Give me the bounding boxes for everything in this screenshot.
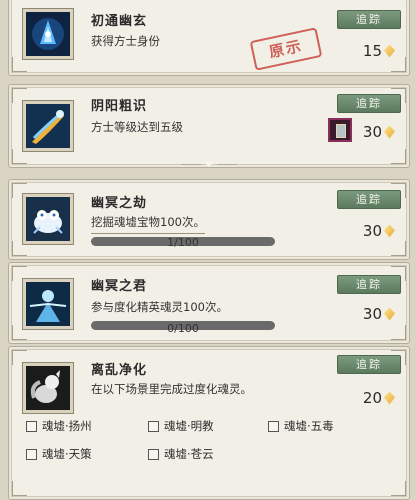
scroll-box-icon [328, 118, 352, 142]
quest-title: 初通幽玄 [91, 14, 148, 29]
quest-title: 阴阳粗识 [91, 99, 148, 114]
quest-card: 阴阳粗识 方士等级达到五级 追踪 30 [8, 84, 410, 168]
scene-label: 魂墟·天策 [42, 447, 92, 461]
track-button[interactable]: 追踪 [337, 190, 401, 209]
achievement-list: 初通幽玄 获得方士身份 追踪 原示 15 阴阳粗识 方士等级达到五级 追踪 30 [0, 0, 416, 500]
checkbox[interactable] [26, 448, 37, 460]
white-beast-icon [22, 193, 74, 245]
track-button[interactable]: 追踪 [337, 355, 401, 374]
reward-amount: 30 [363, 123, 395, 141]
track-button[interactable]: 追踪 [337, 10, 401, 29]
checkbox[interactable] [148, 420, 159, 432]
reward-value: 20 [362, 389, 382, 407]
completed-stamp: 原示 [249, 27, 323, 71]
reward-value: 30 [362, 222, 382, 240]
reward-amount: 30 [363, 222, 395, 240]
scene-label: 魂墟·扬州 [42, 419, 92, 433]
gem-icon [384, 391, 395, 405]
reward-value: 30 [362, 123, 382, 141]
quest-description: 获得方士身份 [91, 34, 160, 48]
scene-checkbox-item[interactable]: 魂墟·苍云 [148, 446, 214, 462]
quest-title: 幽冥之劫 [91, 196, 148, 211]
gem-icon [384, 224, 395, 238]
quest-description: 参与度化精英魂灵100次。 [91, 300, 228, 314]
quest-card: 初通幽玄 获得方士身份 追踪 原示 15 [8, 0, 410, 76]
quest-title: 离乱净化 [91, 363, 148, 378]
gem-icon [384, 307, 395, 321]
scene-checkbox-item[interactable]: 魂墟·五毒 [268, 418, 334, 434]
checkbox[interactable] [26, 420, 37, 432]
blue-crystal-icon [22, 8, 74, 60]
quest-title: 幽冥之君 [91, 279, 148, 294]
progress-text: 1/100 [167, 236, 199, 249]
reward-amount: 30 [363, 305, 395, 323]
checkbox[interactable] [148, 448, 159, 460]
gem-icon [384, 44, 395, 58]
white-fox-icon [22, 362, 74, 414]
spirit-master-icon [22, 278, 74, 330]
quest-card: 幽冥之劫 挖掘魂墟宝物100次。 追踪 1/100 30 [8, 179, 410, 260]
blue-comet-icon [22, 100, 74, 152]
quest-description: 在以下场景里完成过度化魂灵。 [91, 382, 252, 396]
scene-label: 魂墟·五毒 [284, 419, 334, 433]
gem-icon [384, 125, 395, 139]
track-button[interactable]: 追踪 [337, 94, 401, 113]
scene-label: 魂墟·苍云 [164, 447, 214, 461]
reward-amount: 20 [363, 389, 395, 407]
scene-checkbox-item[interactable]: 魂墟·扬州 [26, 418, 92, 434]
expand-arrow[interactable] [179, 160, 239, 168]
scene-checkbox-item[interactable]: 魂墟·天策 [26, 446, 92, 462]
reward-value: 15 [362, 42, 382, 60]
checkbox[interactable] [268, 420, 279, 432]
reward-value: 30 [362, 305, 382, 323]
reward-amount: 15 [363, 42, 395, 60]
quest-card: 幽冥之君 参与度化精英魂灵100次。 追踪 0/100 30 [8, 262, 410, 344]
track-button[interactable]: 追踪 [337, 275, 401, 294]
quest-description: 挖掘魂墟宝物100次。 [91, 214, 205, 234]
progress-text: 0/100 [167, 322, 199, 335]
scene-label: 魂墟·明教 [164, 419, 214, 433]
quest-description: 方士等级达到五级 [91, 120, 183, 134]
scene-checkbox-item[interactable]: 魂墟·明教 [148, 418, 214, 434]
